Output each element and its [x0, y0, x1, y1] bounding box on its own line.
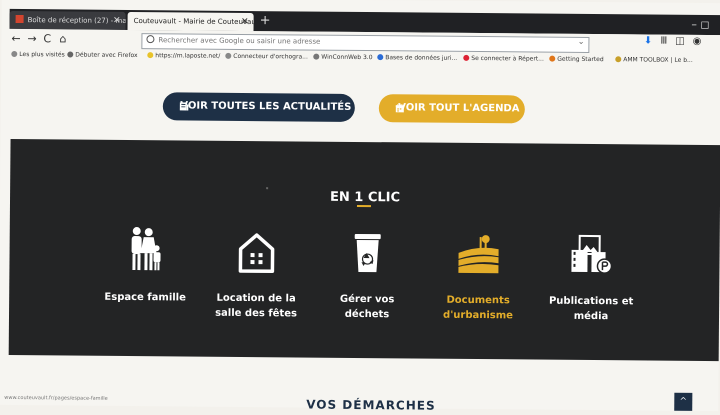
home-button[interactable]: ⌂ — [59, 31, 66, 47]
quick-link-family[interactable]: Espace famille — [85, 226, 206, 306]
all-news-button[interactable]: VOIR TOUTES LES ACTUALITÉS — [162, 92, 355, 122]
database-icon — [377, 54, 384, 61]
quick-link-label: Espace famille — [104, 291, 186, 304]
quick-link-room-rental[interactable]: Location de la salle des fêtes — [196, 227, 317, 322]
title-underline — [356, 204, 371, 208]
globe-icon — [225, 52, 232, 59]
section-title: VOS DÉMARCHES — [306, 397, 436, 413]
agenda-button[interactable]: VOIR TOUT L'AGENDA — [378, 94, 525, 124]
quick-link-label: Gérer vos déchets — [339, 293, 395, 321]
sidebar-icon[interactable]: ◫ — [675, 36, 693, 47]
firefox-icon — [549, 55, 556, 62]
mail-favicon-icon — [15, 14, 24, 24]
bookmark-item[interactable]: https://m.laposte.net/ — [147, 52, 220, 60]
bookmark-page-icon — [463, 54, 470, 61]
url-input[interactable] — [158, 34, 569, 50]
landscape-icon — [458, 235, 499, 274]
quick-link-label: Publications et média — [548, 295, 634, 323]
gear-icon — [11, 50, 18, 58]
quick-link-label: Location de la salle des fêtes — [215, 292, 298, 320]
library-icon[interactable]: Ⅲ — [660, 36, 675, 47]
bookmark-item[interactable]: AMM TOOLBOX | Le b... — [615, 56, 693, 64]
media-icon — [571, 234, 613, 274]
family-icon — [131, 227, 161, 271]
bookmark-item[interactable]: Se connecter à Répert... — [463, 54, 544, 63]
chevron-down-icon[interactable]: ⌄ — [578, 37, 585, 46]
new-tab-button[interactable]: + — [260, 11, 271, 31]
quick-link-label: Documents d'urbanisme — [443, 294, 514, 322]
calendar-icon — [395, 104, 404, 113]
quick-links-section: EN 1 CLIC Espace famille Location de la … — [8, 138, 720, 362]
forward-button[interactable]: → — [27, 31, 36, 47]
recycle-bin-icon — [354, 233, 381, 273]
page: Boîte de réception (27) - mairie ✕ Coute… — [0, 0, 720, 413]
back-button[interactable]: ← — [11, 31, 20, 47]
quick-link-waste[interactable]: Gérer vos déchets — [307, 228, 428, 323]
all-news-label: VOIR TOUTES LES ACTUALITÉS — [180, 100, 352, 113]
window-controls[interactable]: – ◻ — [691, 15, 709, 35]
laposte-icon — [147, 52, 154, 59]
close-icon[interactable]: ✕ — [113, 12, 121, 30]
toolbox-icon — [615, 56, 622, 63]
status-url: www.couteuvault.fr/pages/espace-famille — [4, 394, 108, 402]
quick-link-urban-planning[interactable]: Documents d'urbanisme — [418, 229, 539, 324]
bookmark-item[interactable]: Connecteur d'orchogra... — [225, 52, 308, 61]
toolbar-icons: ⬇Ⅲ◫◉ — [644, 35, 710, 47]
quick-link-publications[interactable]: Publications et média — [531, 230, 652, 325]
scroll-to-top-button[interactable]: ^ — [674, 392, 693, 411]
tab-couteuvault[interactable]: Couteuvault - Mairie de Couteuvault ✕ — [127, 11, 254, 32]
tab-label: Couteuvault - Mairie de Couteuvault — [133, 17, 254, 27]
bookmark-item[interactable]: Les plus visités — [11, 50, 65, 58]
search-icon — [146, 35, 155, 44]
bookmark-item[interactable]: Débuter avec Firefox — [67, 51, 138, 59]
bookmark-item[interactable]: Bases de données juri... — [377, 54, 457, 62]
agenda-label: VOIR TOUT L'AGENDA — [398, 102, 520, 115]
reload-button[interactable]: C — [43, 31, 51, 47]
close-icon[interactable]: ✕ — [241, 13, 249, 31]
bookmark-item[interactable]: WinConnWeb 3.0 — [313, 53, 373, 61]
download-icon[interactable]: ⬇ — [644, 35, 660, 46]
account-icon[interactable]: ◉ — [693, 36, 710, 47]
firefox-icon — [67, 51, 74, 58]
tab-inbox[interactable]: Boîte de réception (27) - mairie ✕ — [9, 10, 126, 30]
globe-icon — [313, 53, 320, 60]
bookmark-item[interactable]: Getting Started — [549, 55, 604, 63]
newspaper-icon — [179, 102, 189, 111]
house-icon — [238, 233, 275, 273]
tab-label: Boîte de réception (27) - mairie — [27, 16, 126, 26]
